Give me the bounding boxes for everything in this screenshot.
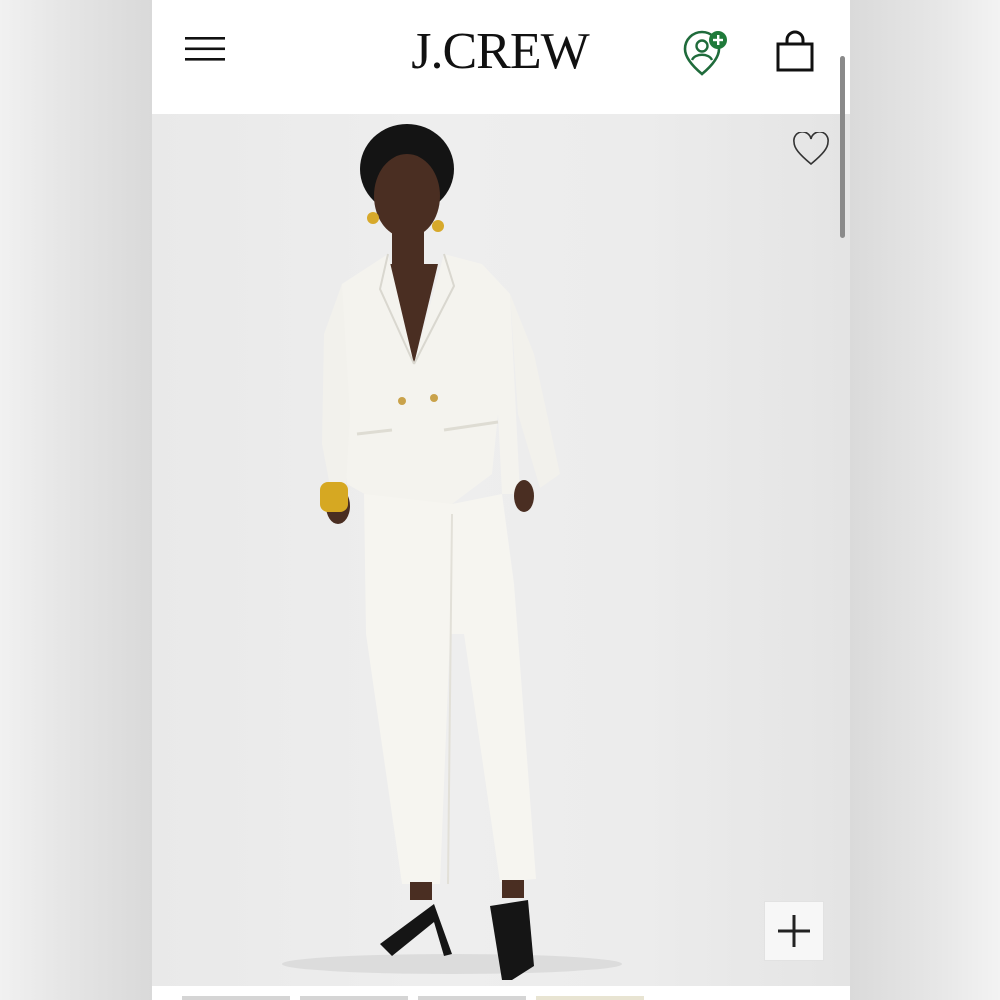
thumbnail-2[interactable]	[300, 996, 408, 1000]
page-scrollbar[interactable]	[840, 56, 845, 238]
wishlist-button[interactable]	[792, 131, 830, 168]
product-image[interactable]	[152, 114, 850, 986]
brand-logo[interactable]: J.CREW	[370, 22, 630, 82]
plus-icon	[778, 915, 810, 947]
right-backdrop	[850, 0, 1000, 1000]
site-header: J.CREW	[152, 0, 850, 114]
account-button[interactable]	[680, 28, 730, 78]
menu-button[interactable]	[182, 30, 226, 66]
thumbnail-1[interactable]	[182, 996, 290, 1000]
zoom-button[interactable]	[764, 901, 824, 961]
mobile-page: J.CREW	[152, 0, 850, 1000]
shopping-bag-button[interactable]	[774, 30, 816, 74]
shopping-bag-icon	[776, 30, 814, 72]
thumbnail-strip	[152, 986, 850, 1000]
account-location-plus-icon	[683, 30, 727, 76]
model-in-white-suit-illustration	[282, 124, 622, 980]
left-backdrop	[0, 0, 152, 1000]
hamburger-menu-icon	[185, 37, 225, 61]
thumbnail-4[interactable]	[536, 996, 644, 1000]
thumbnail-3[interactable]	[418, 996, 526, 1000]
heart-outline-icon	[793, 131, 829, 166]
